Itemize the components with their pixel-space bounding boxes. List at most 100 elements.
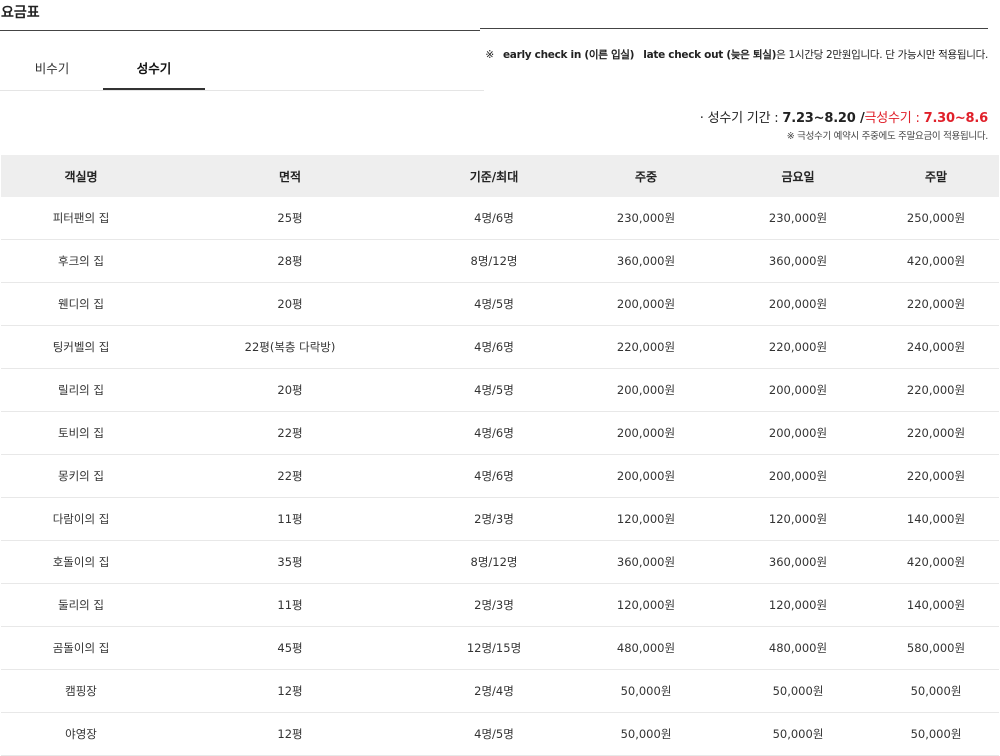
area-cell: 11평 [161,497,419,541]
weekend-price-cell: 50,000원 [873,712,999,756]
room-name-cell: 팅커벨의 집 [1,325,161,369]
friday-price-cell: 220,000원 [723,325,873,369]
area-cell: 22평 [161,454,419,498]
weekday-price-cell: 360,000원 [569,540,723,584]
capacity-cell: 2명/3명 [419,583,569,627]
room-name-cell: 다람이의 집 [1,497,161,541]
weekend-price-cell: 220,000원 [873,454,999,498]
tab-off-season[interactable]: 비수기 [1,52,103,90]
area-cell: 20평 [161,368,419,412]
area-cell: 12평 [161,669,419,713]
room-name-cell: 야영장 [1,712,161,756]
weekend-price-cell: 420,000원 [873,540,999,584]
period-separator: / [855,111,865,126]
weekend-price-cell: 250,000원 [873,197,999,240]
weekday-price-cell: 480,000원 [569,626,723,670]
friday-price-cell: 200,000원 [723,282,873,326]
area-cell: 35평 [161,540,419,584]
header-area: 면적 [161,155,419,197]
area-cell: 28평 [161,239,419,283]
friday-price-cell: 200,000원 [723,368,873,412]
weekend-price-cell: 580,000원 [873,626,999,670]
notice-mark: ※ [485,49,494,61]
room-name-cell: 둘리의 집 [1,583,161,627]
weekday-price-cell: 50,000원 [569,712,723,756]
room-name-cell: 호돌이의 집 [1,540,161,584]
capacity-cell: 4명/6명 [419,411,569,455]
friday-price-cell: 50,000원 [723,669,873,713]
table-row: 곰돌이의 집 45평 12명/15명 480,000원 480,000원 580,000원 [1,626,999,670]
notice-rest: 은 1시간당 2만원입니다. 단 가능시만 적용됩니다. [776,49,988,61]
table-header-row: 객실명 면적 기준/최대 주중 금요일 주말 [1,155,999,197]
friday-price-cell: 230,000원 [723,197,873,240]
weekend-price-cell: 220,000원 [873,368,999,412]
capacity-cell: 4명/5명 [419,282,569,326]
room-name-cell: 웬디의 집 [1,282,161,326]
area-cell: 45평 [161,626,419,670]
title-divider-right [480,28,988,29]
friday-price-cell: 120,000원 [723,497,873,541]
table-row: 릴리의 집 20평 4명/5명 200,000원 200,000원 220,000원 [1,368,999,412]
header-room-name: 객실명 [1,155,161,197]
room-name-cell: 몽키의 집 [1,454,161,498]
area-cell: 22평 [161,411,419,455]
capacity-cell: 2명/4명 [419,669,569,713]
capacity-cell: 4명/6명 [419,454,569,498]
weekday-price-cell: 200,000원 [569,454,723,498]
super-peak-label: 극성수기 : [864,111,924,126]
table-row: 피터팬의 집 25평 4명/6명 230,000원 230,000원 250,000원 [1,197,999,240]
friday-price-cell: 200,000원 [723,454,873,498]
weekday-price-cell: 120,000원 [569,583,723,627]
capacity-cell: 12명/15명 [419,626,569,670]
page-title: 요금표 [1,5,40,21]
room-name-cell: 캠핑장 [1,669,161,713]
notice-late-checkout: late check out (늦은 퇴실) [643,49,777,61]
room-name-cell: 토비의 집 [1,411,161,455]
weekend-price-cell: 240,000원 [873,325,999,369]
table-row: 둘리의 집 11평 2명/3명 120,000원 120,000원 140,000원 [1,583,999,627]
room-name-cell: 곰돌이의 집 [1,626,161,670]
header-capacity: 기준/최대 [419,155,569,197]
friday-price-cell: 360,000원 [723,239,873,283]
peak-period: · 성수기 기간 : 7.23~8.20 /극성수기 : 7.30~8.6 [700,107,988,126]
capacity-cell: 4명/6명 [419,325,569,369]
table-row: 팅커벨의 집 22평(복층 다락방) 4명/6명 220,000원 220,000원 24… [1,325,999,369]
table-row: 캠핑장 12평 2명/4명 50,000원 50,000원 50,000원 [1,669,999,713]
super-peak-range: 7.30~8.6 [923,111,989,126]
weekday-price-cell: 360,000원 [569,239,723,283]
rate-table-body: 피터팬의 집 25평 4명/6명 230,000원 230,000원 250,000원 후크… [1,197,999,756]
room-name-cell: 후크의 집 [1,239,161,283]
peak-range: 7.23~8.20 [782,111,856,126]
weekday-price-cell: 200,000원 [569,411,723,455]
table-row: 몽키의 집 22평 4명/6명 200,000원 200,000원 220,000원 [1,454,999,498]
capacity-cell: 4명/6명 [419,197,569,240]
room-name-cell: 릴리의 집 [1,368,161,412]
capacity-cell: 2명/3명 [419,497,569,541]
weekday-price-cell: 200,000원 [569,368,723,412]
tab-peak-season[interactable]: 성수기 [103,52,205,90]
weekend-price-cell: 50,000원 [873,669,999,713]
header-weekday: 주중 [569,155,723,197]
table-row: 후크의 집 28평 8명/12명 360,000원 360,000원 420,000원 [1,239,999,283]
capacity-cell: 8명/12명 [419,540,569,584]
header-weekend: 주말 [873,155,999,197]
weekend-price-cell: 420,000원 [873,239,999,283]
checkin-notice: ※ early check in (이른 입실) late check out … [485,47,988,62]
weekend-price-cell: 140,000원 [873,497,999,541]
rate-table: 객실명 면적 기준/최대 주중 금요일 주말 피터팬의 집 25평 4명/6명 230… [1,155,999,756]
friday-price-cell: 50,000원 [723,712,873,756]
friday-price-cell: 120,000원 [723,583,873,627]
capacity-cell: 4명/5명 [419,368,569,412]
notice-early-checkin: early check in (이른 입실) [502,49,635,61]
area-cell: 12평 [161,712,419,756]
season-bullet: · [699,111,704,126]
weekday-price-cell: 120,000원 [569,497,723,541]
room-name-cell: 피터팬의 집 [1,197,161,240]
area-cell: 22평(복층 다락방) [161,325,419,369]
super-peak-note: ※ 극성수기 예약시 주중에도 주말요금이 적용됩니다. [786,131,989,142]
friday-price-cell: 480,000원 [723,626,873,670]
table-row: 호돌이의 집 35평 8명/12명 360,000원 360,000원 420,000원 [1,540,999,584]
season-tabs: 비수기 성수기 [0,52,484,91]
table-row: 토비의 집 22평 4명/6명 200,000원 200,000원 220,000원 [1,411,999,455]
weekend-price-cell: 220,000원 [873,411,999,455]
